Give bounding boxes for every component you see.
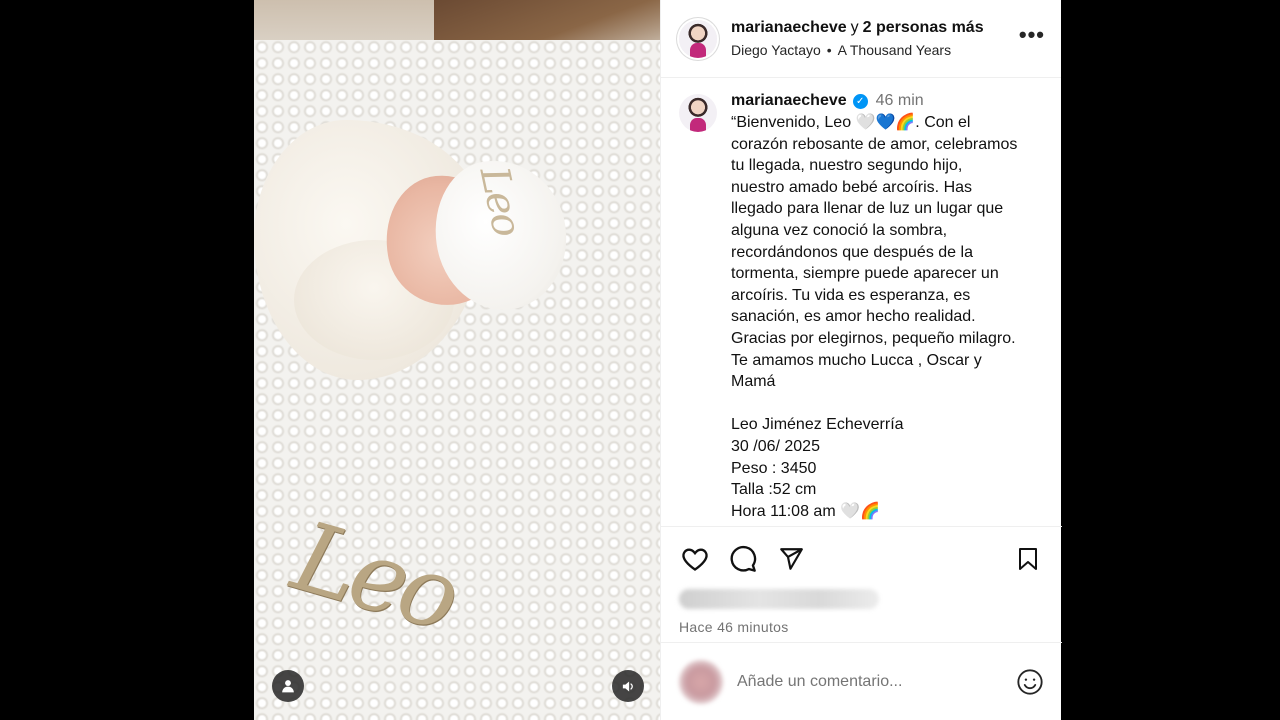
post-timestamp[interactable]: Hace 46 minutos <box>679 619 1044 635</box>
audio-separator: • <box>826 42 832 58</box>
audio-toggle-button[interactable] <box>612 670 644 702</box>
save-button[interactable] <box>1012 543 1044 575</box>
post-actions: Hace 46 minutos <box>661 526 1062 635</box>
caption-header: marianaecheve ✓ 46 min <box>731 92 1045 110</box>
caption-area: marianaecheve ✓ 46 min “Bienvenido, Leo … <box>661 78 1061 528</box>
caption-username[interactable]: marianaecheve <box>731 92 847 110</box>
more-options-button[interactable]: ••• <box>1019 22 1045 48</box>
post-sidebar: marianaecheve y 2 personas más Diego Yac… <box>660 0 1062 720</box>
emoji-button[interactable] <box>1016 668 1044 696</box>
post-modal: Leo Leo marianaecheve y 2 personas más D… <box>254 0 1062 720</box>
comment-bar <box>661 642 1062 720</box>
author-avatar[interactable] <box>679 19 717 58</box>
header-authors: marianaecheve y 2 personas más <box>731 19 1019 37</box>
comment-icon <box>730 545 757 572</box>
audio-attribution[interactable]: Diego Yactayo • A Thousand Years <box>731 42 1019 58</box>
user-icon <box>282 680 294 693</box>
caption-text: “Bienvenido, Leo 🤍💙🌈. Con el corazón reb… <box>731 114 1018 520</box>
caption-body: marianaecheve ✓ 46 min “Bienvenido, Leo … <box>731 92 1045 528</box>
action-icons <box>679 543 1044 575</box>
emoji-icon <box>1017 668 1043 695</box>
bookmark-icon <box>1019 548 1037 570</box>
header-connector: y <box>850 19 859 36</box>
post-header: marianaecheve y 2 personas más Diego Yac… <box>661 0 1061 78</box>
post-media[interactable]: Leo Leo <box>254 0 660 720</box>
share-icon <box>780 548 803 570</box>
share-button[interactable] <box>775 543 807 575</box>
like-button[interactable] <box>679 543 711 575</box>
comment-button[interactable] <box>727 543 759 575</box>
heart-icon <box>682 548 708 571</box>
header-text: marianaecheve y 2 personas más Diego Yac… <box>731 19 1019 58</box>
header-coauthors[interactable]: 2 personas más <box>863 19 984 37</box>
caption-avatar[interactable] <box>679 94 717 132</box>
caption-time[interactable]: 46 min <box>876 92 924 110</box>
header-username[interactable]: marianaecheve <box>731 19 847 37</box>
likes-count-blurred[interactable] <box>679 589 879 609</box>
viewer-avatar <box>679 659 723 704</box>
comment-input[interactable] <box>737 672 1016 691</box>
audio-artist[interactable]: Diego Yactayo <box>731 42 821 58</box>
audio-track[interactable]: A Thousand Years <box>838 42 951 58</box>
speaker-icon <box>622 681 633 691</box>
user-tags-button[interactable] <box>272 670 304 702</box>
verified-badge-icon: ✓ <box>852 93 868 109</box>
